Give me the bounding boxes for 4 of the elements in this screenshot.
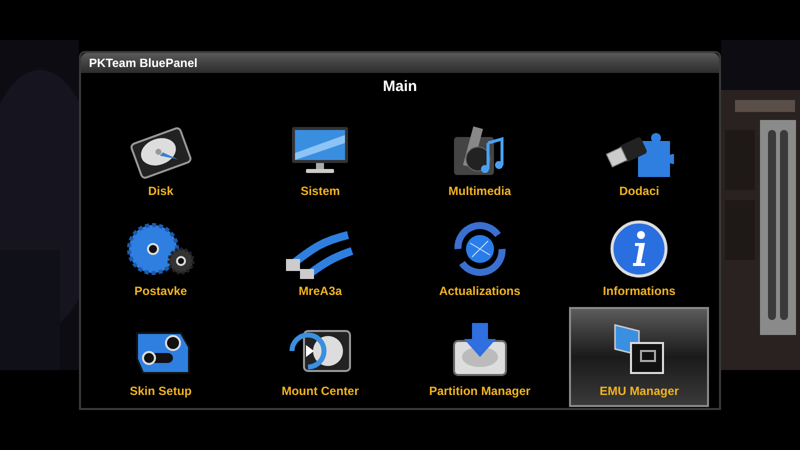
- window-title: PKTeam BluePanel: [89, 57, 198, 69]
- menu-item[interactable]: EMU Manager: [569, 307, 710, 407]
- info-icon: [609, 219, 670, 279]
- menu-heading: Main: [382, 77, 418, 97]
